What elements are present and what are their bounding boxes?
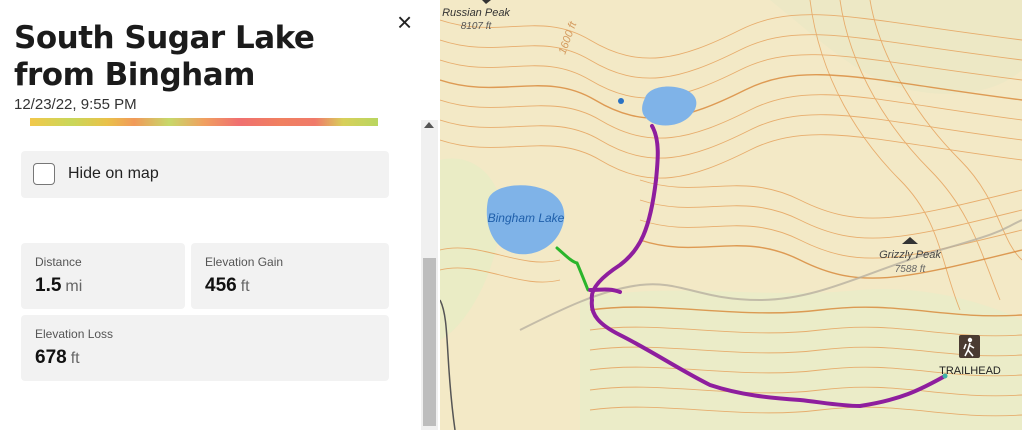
bingham-lake-label: Bingham Lake (488, 211, 565, 225)
russian-peak-elevation: 8107 ft (461, 21, 493, 32)
stat-elevation-loss: Elevation Loss 678 ft (21, 315, 389, 381)
scroll-up-arrow-icon[interactable] (424, 122, 434, 128)
track-detail-panel: South Sugar Lake from Bingham × 12/23/22… (0, 0, 440, 430)
grizzly-peak-elevation: 7588 ft (895, 264, 927, 275)
stat-value: 678 ft (35, 347, 80, 368)
grizzly-peak-label: Grizzly Peak (879, 249, 941, 261)
close-icon[interactable]: × (397, 8, 412, 36)
stat-label: Elevation Gain (205, 255, 284, 269)
stat-label: Elevation Loss (35, 327, 114, 341)
track-title: South Sugar Lake from Bingham (14, 20, 315, 93)
scrollbar-thumb[interactable] (423, 258, 436, 426)
stat-value: 456 ft (205, 275, 250, 296)
panel-scrollbar[interactable] (421, 120, 438, 430)
hide-on-map-label: Hide on map (68, 165, 159, 182)
track-date: 12/23/22, 9:55 PM (14, 96, 137, 113)
stat-elevation-gain: Elevation Gain 456 ft (191, 243, 389, 309)
topo-map[interactable]: Russian Peak 8107 ft 1600 ft Bingham Lak… (440, 0, 1022, 430)
hide-on-map-card[interactable]: Hide on map (21, 151, 389, 198)
elevation-color-bar (30, 118, 378, 126)
hide-on-map-checkbox[interactable] (33, 163, 55, 185)
stat-distance: Distance 1.5 mi (21, 243, 185, 309)
stat-value: 1.5 mi (35, 275, 83, 296)
hiker-icon (959, 335, 980, 358)
russian-peak-label: Russian Peak (442, 7, 510, 19)
map-canvas[interactable]: Russian Peak 8107 ft 1600 ft Bingham Lak… (440, 0, 1022, 430)
trailhead-label: TRAILHEAD (939, 365, 1001, 377)
stat-label: Distance (35, 255, 82, 269)
